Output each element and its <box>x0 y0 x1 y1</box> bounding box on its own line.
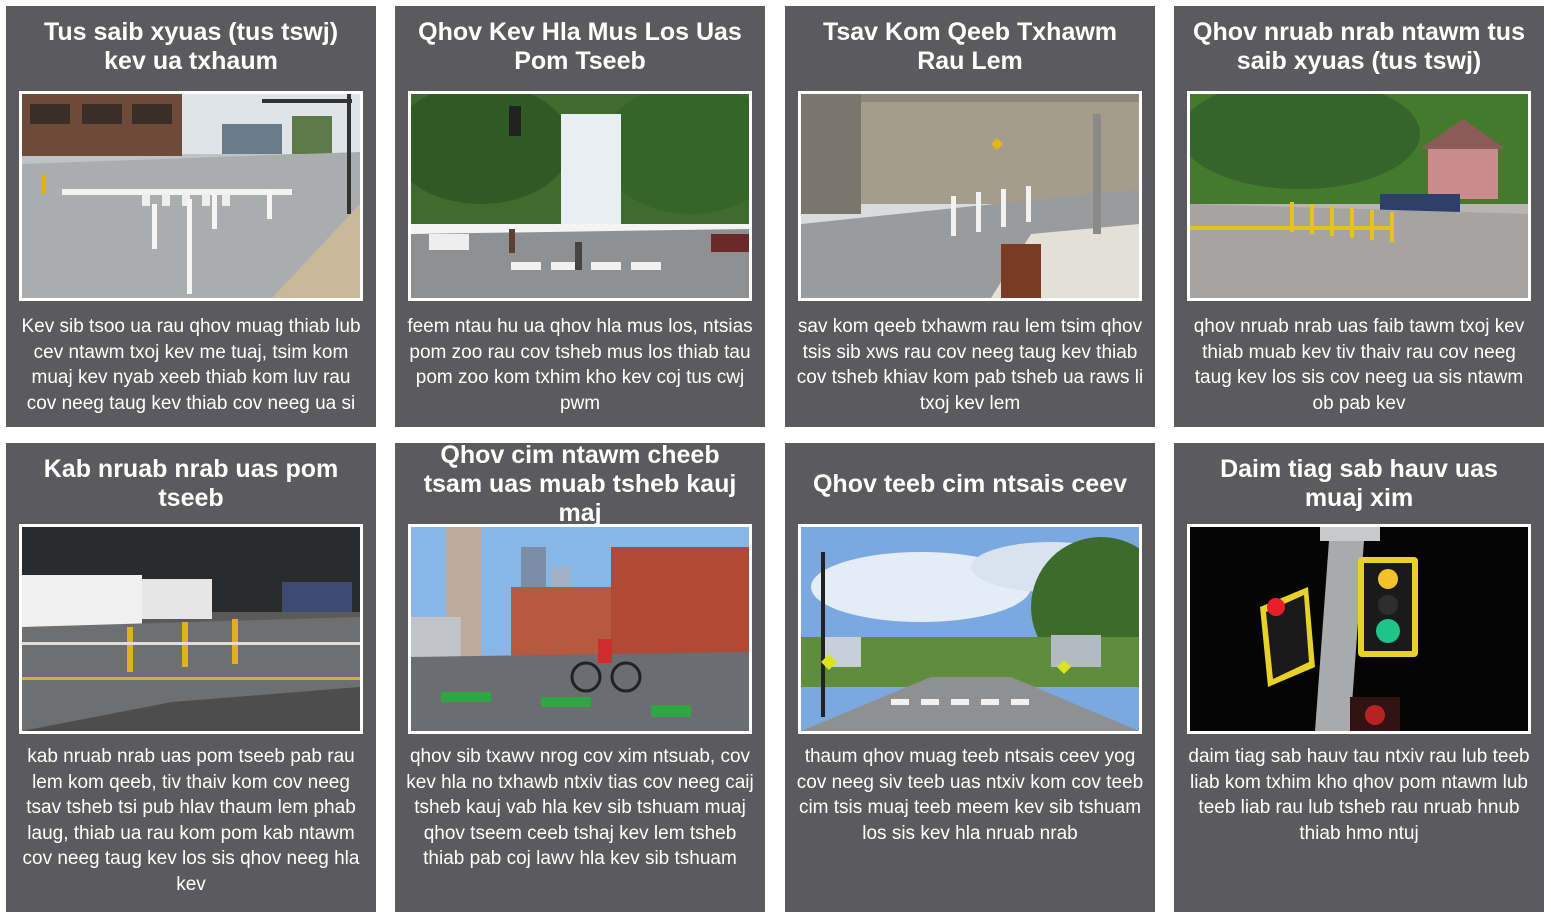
card-median-refuge: Qhov nruab nrab ntawm tus saib xyuas (tu… <box>1174 6 1544 427</box>
card-signal-backplate: Daim tiag sab hauv uas muaj xim daim tia… <box>1174 443 1544 912</box>
card-description: thaum qhov muag teeb ntsais ceev yog cov… <box>796 746 1144 844</box>
card-title: Kab nruab nrab uas pom tseeb <box>43 455 339 512</box>
card-high-visibility-crosswalk: Qhov Kev Hla Mus Los Uas Pom Tseeb feem … <box>395 6 765 427</box>
card-title: Tus saib xyuas (tus tswj) kev ua txhaum <box>43 18 339 75</box>
card-photo <box>1190 527 1528 731</box>
card-traffic-calming: Tus saib xyuas (tus tswj) kev ua txhaum <box>6 6 376 427</box>
card-description: qhov nruab nrab uas faib tawm txoj kev t… <box>1193 316 1525 414</box>
card-photo <box>801 94 1139 298</box>
card-description: kab nruab nrab uas pom tseeb pab rau lem… <box>22 746 360 895</box>
card-image-frame <box>798 524 1142 734</box>
card-title: Qhov teeb cim ntsais ceev <box>812 469 1128 498</box>
card-photo <box>801 527 1139 731</box>
card-description: Kev sib tsoo ua rau qhov muag thiab lub … <box>21 316 361 414</box>
infographic-grid: Tus saib xyuas (tus tswj) kev ua txhaum <box>0 0 1551 912</box>
card-image-frame <box>19 91 363 301</box>
card-description: qhov sib txawv nrog cov xim ntsuab, cov … <box>406 746 754 870</box>
card-photo <box>22 94 360 298</box>
card-hardened-centerline: Kab nruab nrab uas pom tseeb kab nruab n… <box>6 443 376 912</box>
card-image-frame <box>798 91 1142 301</box>
card-image-frame <box>1187 91 1531 301</box>
card-bike-crossing: Qhov cim ntawm cheeb tsam uas muab tsheb… <box>395 440 765 912</box>
card-image-frame <box>19 524 363 734</box>
card-title: Qhov cim ntawm cheeb tsam uas muab tsheb… <box>423 440 737 527</box>
card-image-frame <box>408 91 752 301</box>
card-title: Qhov Kev Hla Mus Los Uas Pom Tseeb <box>418 18 742 75</box>
card-photo <box>22 527 360 731</box>
card-image-frame <box>1187 524 1531 734</box>
card-photo <box>1190 94 1528 298</box>
card-photo <box>411 527 749 731</box>
card-flashing-beacon: Qhov teeb cim ntsais ceev thaum qhov mua… <box>785 443 1155 912</box>
card-image-frame <box>408 524 752 734</box>
card-title: Tsav Kom Qeeb Txhawm Rau Lem <box>822 18 1118 75</box>
card-description: feem ntau hu ua qhov hla mus los, ntsias… <box>407 316 753 414</box>
card-description: daim tiag sab hauv tau ntxiv rau lub tee… <box>1188 746 1530 844</box>
card-photo <box>411 94 749 298</box>
card-slow-turn: Tsav Kom Qeeb Txhawm Rau Lem sav kom qee… <box>785 6 1155 427</box>
card-title: Daim tiag sab hauv uas muaj xim <box>1220 455 1498 512</box>
card-description: sav kom qeeb txhawm rau lem tsim qhov ts… <box>796 316 1144 414</box>
card-title: Qhov nruab nrab ntawm tus saib xyuas (tu… <box>1193 18 1525 75</box>
